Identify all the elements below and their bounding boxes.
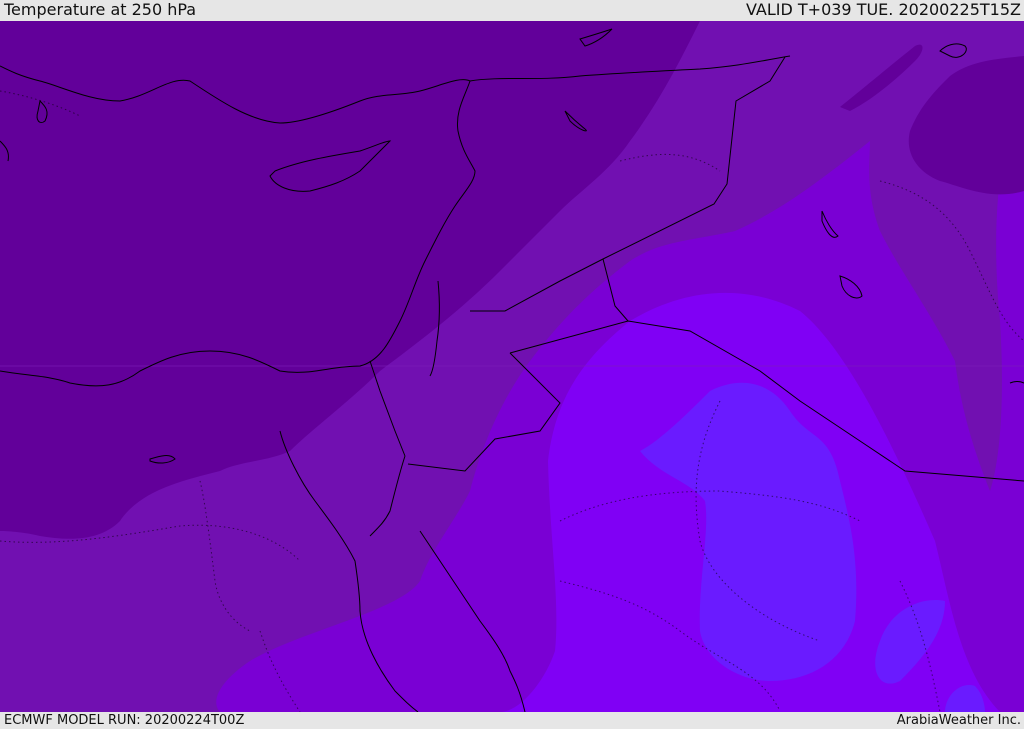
temperature-map[interactable] [0,21,1024,712]
map-title: Temperature at 250 hPa [4,0,197,19]
valid-time-label: VALID T+039 TUE. 20200225T15Z [745,0,1021,19]
footer-bar: ECMWF MODEL RUN: 20200224T00Z ArabiaWeat… [0,712,1024,729]
header-bar: Temperature at 250 hPa VALID T+039 TUE. … [0,0,1024,21]
model-run-label: ECMWF MODEL RUN: 20200224T00Z [4,713,245,728]
credit-label: ArabiaWeather Inc. [896,713,1021,728]
map-canvas [0,21,1024,712]
